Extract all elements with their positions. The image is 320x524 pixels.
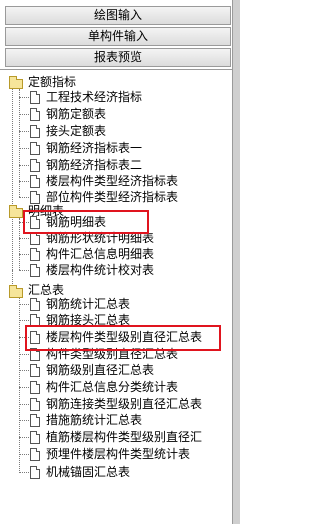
tree-connector: [19, 404, 29, 405]
tree-item-engineering-economic-indicators[interactable]: 工程技术经济指标: [46, 90, 142, 104]
report-preview-button[interactable]: 报表预览: [5, 48, 231, 67]
document-icon: [30, 381, 40, 394]
folder-icon: [9, 285, 23, 298]
tree-item-planted-rebar-floor-summary[interactable]: 植筋楼层构件类型级别直径汇: [46, 430, 202, 444]
tree-connector: [19, 320, 29, 321]
tree-connector: [19, 420, 29, 421]
tree-branch-line: [19, 218, 20, 270]
tree-group-quota-indicators[interactable]: 定额指标: [28, 75, 76, 89]
document-icon: [30, 364, 40, 377]
tree-item-floor-component-check-table[interactable]: 楼层构件统计校对表: [46, 263, 154, 277]
tree-item-mechanical-anchorage-summary[interactable]: 机械锚固汇总表: [46, 465, 130, 479]
tree-item-component-summary-detail-table[interactable]: 构件汇总信息明细表: [46, 247, 154, 261]
tree-connector: [19, 354, 29, 355]
tree-connector: [19, 387, 29, 388]
tree-connector: [19, 437, 29, 438]
document-icon: [30, 248, 40, 261]
tree-item-rebar-statistics-summary[interactable]: 钢筋统计汇总表: [46, 297, 130, 311]
tree-root-line: [12, 83, 13, 270]
document-icon: [30, 298, 40, 311]
tree-connector: [19, 131, 29, 132]
tree-item-rebar-connection-grade-diameter-summary[interactable]: 钢筋连接类型级别直径汇总表: [46, 397, 202, 411]
tree-item-rebar-economic-table-1[interactable]: 钢筋经济指标表一: [46, 141, 142, 155]
drawing-input-button[interactable]: 绘图输入: [5, 6, 231, 25]
tree-item-rebar-economic-table-2[interactable]: 钢筋经济指标表二: [46, 158, 142, 172]
folder-icon: [9, 205, 23, 218]
tree-item-component-summary-classification-table[interactable]: 构件汇总信息分类统计表: [46, 380, 178, 394]
document-icon: [30, 264, 40, 277]
tree-item-part-component-economic-table[interactable]: 部位构件类型经济指标表: [46, 190, 178, 204]
tree-item-embedded-part-floor-statistics[interactable]: 预埋件楼层构件类型统计表: [46, 447, 190, 461]
document-icon: [30, 175, 40, 188]
tree-item-rebar-grade-diameter-summary[interactable]: 钢筋级别直径汇总表: [46, 363, 154, 377]
tree-item-measure-rebar-summary[interactable]: 措施筋统计汇总表: [46, 413, 142, 427]
highlight-box-floor-summary: [25, 325, 221, 351]
tree-connector: [19, 238, 29, 239]
tree-connector: [19, 148, 29, 149]
document-icon: [30, 142, 40, 155]
tree-item-rebar-quota-table[interactable]: 钢筋定额表: [46, 107, 106, 121]
document-icon: [30, 398, 40, 411]
tree-connector: [19, 97, 29, 98]
document-icon: [30, 431, 40, 444]
document-icon: [30, 125, 40, 138]
tree-connector: [19, 270, 29, 271]
component-input-button[interactable]: 单构件输入: [5, 27, 231, 46]
tree-item-floor-component-economic-table[interactable]: 楼层构件类型经济指标表: [46, 174, 178, 188]
tree-connector: [19, 454, 29, 455]
highlight-box-detail-table: [23, 210, 149, 234]
tree-connector: [19, 114, 29, 115]
tree-connector: [19, 165, 29, 166]
tree-connector: [19, 370, 29, 371]
document-icon: [30, 466, 40, 479]
report-tree-panel: 定额指标 工程技术经济指标 钢筋定额表 接头定额表 钢筋经济指标表一 钢筋经济指…: [0, 69, 232, 524]
tree-item-joint-quota-table[interactable]: 接头定额表: [46, 124, 106, 138]
document-icon: [30, 191, 40, 204]
tree-connector: [19, 254, 29, 255]
tree-branch-line: [19, 298, 20, 473]
right-panel-edge: [232, 0, 240, 524]
document-icon: [30, 108, 40, 121]
document-icon: [30, 91, 40, 104]
document-icon: [30, 414, 40, 427]
tree-group-summary-tables[interactable]: 汇总表: [28, 283, 64, 297]
document-icon: [30, 159, 40, 172]
tree-connector: [19, 181, 29, 182]
folder-icon: [9, 76, 23, 89]
document-icon: [30, 448, 40, 461]
tree-connector: [19, 197, 29, 198]
tree-connector: [19, 472, 29, 473]
tree-connector: [19, 304, 29, 305]
